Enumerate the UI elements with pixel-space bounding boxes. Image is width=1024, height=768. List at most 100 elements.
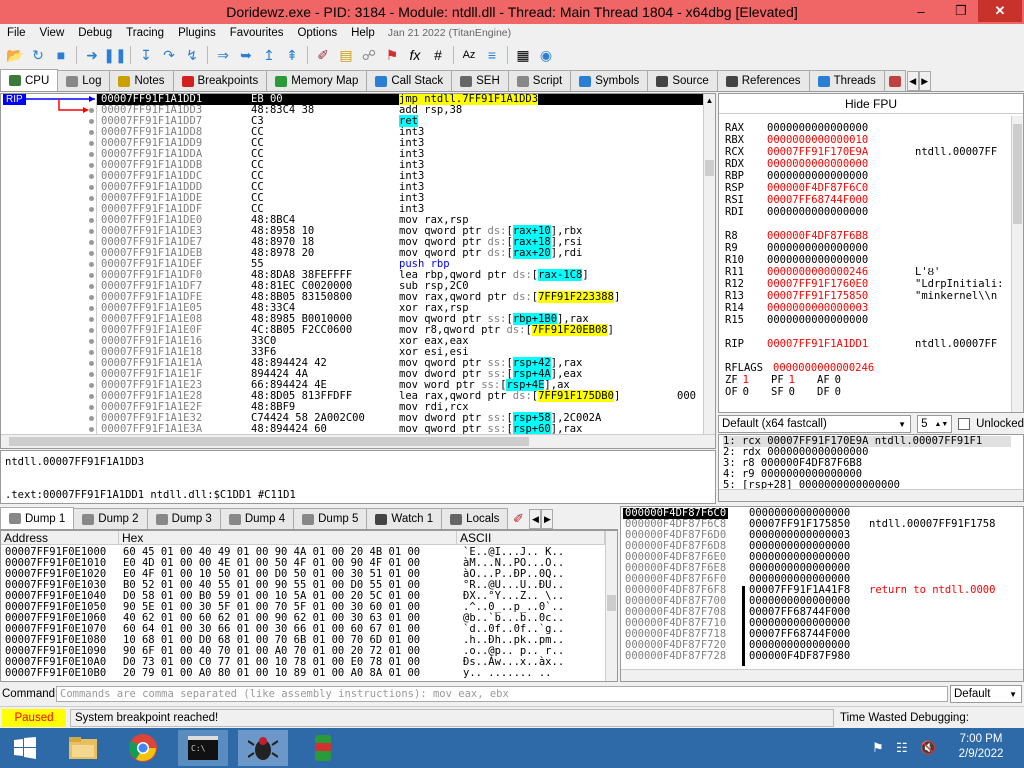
cmd-button[interactable]: C:\ xyxy=(178,730,228,766)
flag-pf[interactable]: PF 1 xyxy=(771,374,817,386)
pause-icon[interactable]: ❚❚ xyxy=(103,44,126,66)
animate-icon[interactable]: ⇞ xyxy=(281,44,303,66)
disassembly-scrollbar[interactable]: ▲ xyxy=(703,94,715,434)
trace-over-icon[interactable]: ⇒ xyxy=(212,44,234,66)
menu-plugins[interactable]: Plugins xyxy=(171,27,223,39)
menu-debug[interactable]: Debug xyxy=(71,27,119,39)
tab-notes[interactable]: Notes xyxy=(109,70,174,91)
breakpoint-dot-icon[interactable] xyxy=(89,394,94,399)
register-rip[interactable]: RIP 00007FF91F1A1DD1 ntdll.00007FF xyxy=(725,338,997,350)
breakpoint-dot-icon[interactable] xyxy=(89,416,94,421)
menu-favourites[interactable]: Favourites xyxy=(223,27,291,39)
register-r13[interactable]: R13 00007FF91F175850 "minkernel\\n xyxy=(725,290,997,302)
register-rax[interactable]: RAX 0000000000000000 xyxy=(725,122,915,134)
run-icon[interactable]: ➜ xyxy=(81,44,103,66)
tab-watch-1[interactable]: Watch 1 xyxy=(366,508,443,529)
breakpoint-dot-icon[interactable] xyxy=(89,339,94,344)
file-explorer-button[interactable] xyxy=(58,730,108,766)
breakpoint-dot-icon[interactable] xyxy=(89,163,94,168)
tabs-scroll-right-icon[interactable]: ▶ xyxy=(918,71,931,91)
register-rsp[interactable]: RSP 000000F4DF87F6C0 xyxy=(725,182,915,194)
breakpoint-dot-icon[interactable] xyxy=(89,229,94,234)
breakpoint-dot-icon[interactable] xyxy=(89,251,94,256)
hide-fpu-button[interactable]: Hide FPU xyxy=(719,94,1023,114)
breakpoint-dot-icon[interactable] xyxy=(89,372,94,377)
execute-till-return-icon[interactable]: ➥ xyxy=(235,44,257,66)
flag-af[interactable]: AF 0 xyxy=(817,374,863,386)
breakpoint-dot-icon[interactable] xyxy=(89,361,94,366)
tab-script[interactable]: Script xyxy=(507,70,572,91)
open-icon[interactable]: 📂 xyxy=(4,44,26,66)
label-icon[interactable]: ☍ xyxy=(358,44,380,66)
register-r10[interactable]: R10 0000000000000000 xyxy=(725,254,915,266)
breakpoint-dot-icon[interactable] xyxy=(89,273,94,278)
arguments-panel[interactable]: 1: rcx 00007FF91F170E9A ntdll.00007FF91F… xyxy=(718,434,1024,502)
dumptabs-scroll-left-icon[interactable]: ◀ xyxy=(529,509,542,529)
breakpoint-dot-icon[interactable] xyxy=(89,185,94,190)
registers-scrollbar[interactable] xyxy=(1011,116,1023,412)
breakpoint-dot-icon[interactable] xyxy=(89,119,94,124)
dump-panel[interactable]: Address Hex ASCII 00007FF91F0E1000 60 45 … xyxy=(0,530,618,682)
breakpoint-dot-icon[interactable] xyxy=(89,108,94,113)
breakpoint-dot-icon[interactable] xyxy=(89,174,94,179)
tab-dump-2[interactable]: Dump 2 xyxy=(73,508,148,529)
close-button[interactable]: ✕ xyxy=(978,0,1022,22)
hash-icon[interactable]: # xyxy=(427,44,449,66)
register-r9[interactable]: R9 0000000000000000 xyxy=(725,242,915,254)
tab-dump-1[interactable]: Dump 1 xyxy=(0,507,75,529)
menu-options[interactable]: Options xyxy=(290,27,344,39)
menu-tracing[interactable]: Tracing xyxy=(119,27,171,39)
args-hscrollbar[interactable] xyxy=(719,489,1023,501)
step-into-icon[interactable]: ↧ xyxy=(135,44,157,66)
tab-memory-map[interactable]: Memory Map xyxy=(266,70,368,91)
function-icon[interactable]: fx xyxy=(404,44,426,66)
x64dbg-button[interactable] xyxy=(238,730,288,766)
breakpoint-dot-icon[interactable] xyxy=(89,207,94,212)
breakpoint-dot-icon[interactable] xyxy=(89,130,94,135)
stack-hscrollbar[interactable] xyxy=(621,669,1023,681)
register-rsi[interactable]: RSI 00007FF68744F000 xyxy=(725,194,915,206)
stack-panel[interactable]: 000000F4DF87F6C0 0000000000000000 000000F4… xyxy=(620,506,1024,682)
register-rdx[interactable]: RDX 0000000000000000 xyxy=(725,158,915,170)
breakpoint-dot-icon[interactable] xyxy=(89,405,94,410)
disassembly-list[interactable]: 00007FF91F1A1DD1 EB 00 jmp ntdll.7FF91F1A1… xyxy=(97,94,703,434)
unlocked-checkbox[interactable] xyxy=(958,418,971,430)
dump-row[interactable]: 00007FF91F0E10B0 20 79 01 00 A0 80 01 00 … xyxy=(5,668,603,679)
stack-row[interactable]: 000000F4DF87F728 000000F4DF87F980 xyxy=(625,651,1005,662)
tab-source[interactable]: Source xyxy=(647,70,718,91)
bookmark-icon[interactable]: ⚑ xyxy=(381,44,403,66)
stop-icon[interactable]: ■ xyxy=(50,44,72,66)
breakpoint-dot-icon[interactable] xyxy=(89,196,94,201)
struct-icon[interactable]: ✐ xyxy=(507,509,529,529)
tab-dump-4[interactable]: Dump 4 xyxy=(219,508,295,529)
breakpoint-dot-icon[interactable] xyxy=(89,240,94,245)
scroll-up-icon[interactable]: ▲ xyxy=(705,96,714,106)
volume-muted-icon[interactable]: 🔇 xyxy=(920,740,936,756)
tab-dump-5[interactable]: Dump 5 xyxy=(293,508,368,529)
breakpoint-dot-icon[interactable] xyxy=(89,317,94,322)
calculator-icon[interactable]: ▦ xyxy=(512,44,534,66)
register-rbp[interactable]: RBP 0000000000000000 xyxy=(725,170,915,182)
call-convention-select[interactable]: Default (x64 fastcall) ▼ xyxy=(718,415,912,433)
breakpoint-dot-icon[interactable] xyxy=(89,383,94,388)
register-r14[interactable]: R14 0000000000000003 xyxy=(725,302,915,314)
network-icon[interactable]: ☷ xyxy=(896,740,908,756)
breakpoint-dot-icon[interactable] xyxy=(89,262,94,267)
tab-seh[interactable]: SEH xyxy=(451,70,509,91)
tab-breakpoints[interactable]: Breakpoints xyxy=(172,70,268,91)
register-r11[interactable]: R11 0000000000000246 L'Ȣ' xyxy=(725,266,940,278)
about-icon[interactable]: ◉ xyxy=(535,44,557,66)
flag-zf[interactable]: ZF 1 xyxy=(725,374,771,386)
maximize-button[interactable]: ❐ xyxy=(946,0,976,22)
comment-icon[interactable]: ▤ xyxy=(335,44,357,66)
arg-count-spinner[interactable]: 5 ▲▼ xyxy=(917,415,953,433)
flag-df[interactable]: DF 0 xyxy=(817,386,863,398)
run-to-user-code-icon[interactable]: ↥ xyxy=(258,44,280,66)
clock[interactable]: 7:00 PM 2/9/2022 xyxy=(942,732,1020,762)
disasm-row[interactable]: 00007FF91F1A1E3A 48:894424 60 mov qword pt… xyxy=(97,423,703,434)
menu-help[interactable]: Help xyxy=(344,27,382,39)
breakpoint-dot-icon[interactable] xyxy=(89,306,94,311)
flag-icon[interactable]: ⚑ xyxy=(872,740,884,756)
app-button[interactable] xyxy=(298,730,348,766)
breakpoint-dot-icon[interactable] xyxy=(89,295,94,300)
